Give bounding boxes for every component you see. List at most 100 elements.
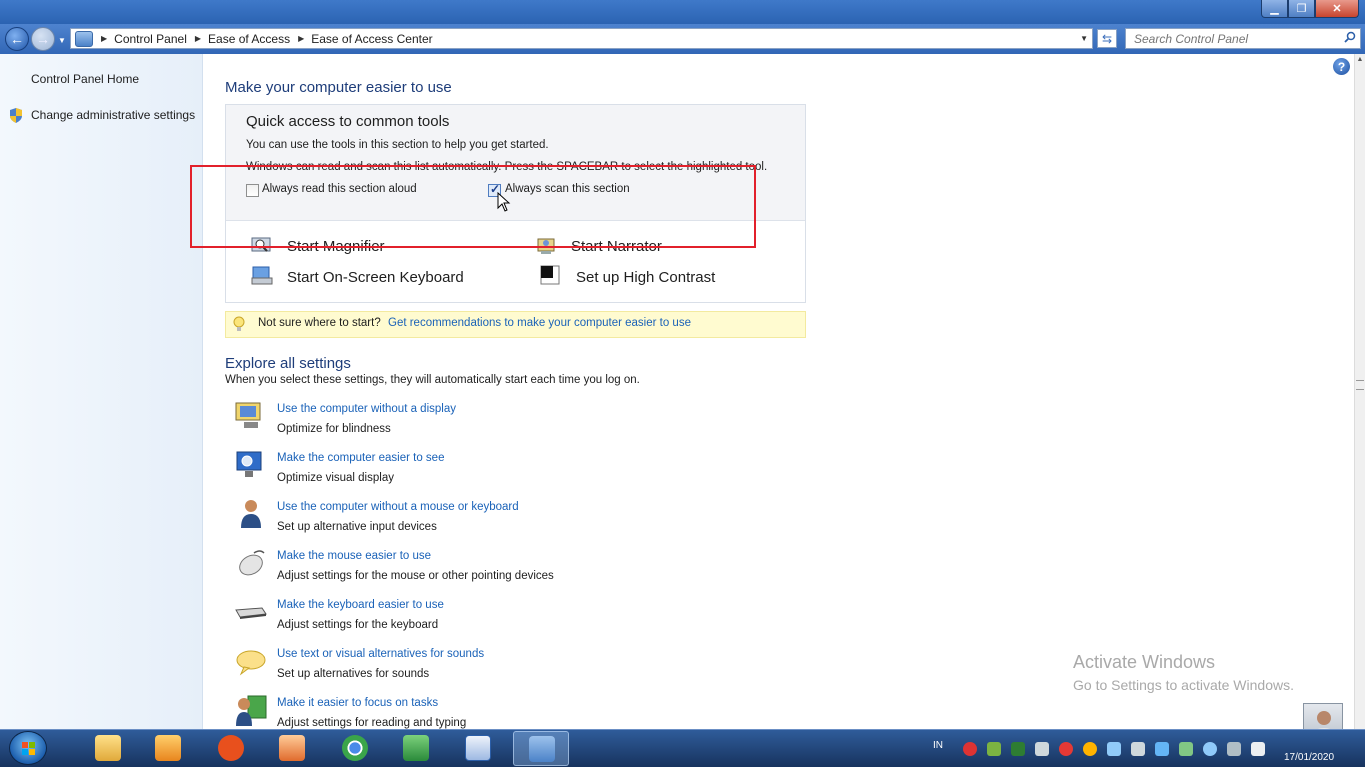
power-icon[interactable] bbox=[1179, 742, 1193, 756]
make-keyboard-easier-link[interactable]: Make the keyboard easier to use bbox=[277, 599, 444, 611]
pen-icon[interactable] bbox=[1107, 742, 1121, 756]
high-contrast-icon bbox=[540, 265, 560, 285]
setting-description: Adjust settings for reading and typing bbox=[277, 717, 467, 729]
chevron-right-icon[interactable]: ▶ bbox=[101, 34, 107, 43]
chevron-right-icon[interactable]: ▶ bbox=[195, 34, 201, 43]
focus-on-tasks-link[interactable]: Make it easier to focus on tasks bbox=[277, 697, 438, 709]
taskbar-control-panel[interactable] bbox=[513, 731, 569, 766]
light-bulb-icon bbox=[233, 316, 245, 331]
taskbar-file-explorer[interactable] bbox=[80, 731, 136, 766]
breadcrumb-control-panel[interactable]: Control Panel bbox=[114, 32, 187, 46]
explore-settings-heading: Explore all settings bbox=[225, 355, 351, 372]
change-administrative-settings-link[interactable]: Change administrative settings bbox=[31, 108, 195, 122]
tray-app-icon[interactable] bbox=[987, 742, 1001, 756]
refresh-button[interactable]: ⇆ bbox=[1097, 29, 1117, 48]
presentation-icon bbox=[279, 735, 305, 761]
excel-icon bbox=[403, 735, 429, 761]
chrome-icon bbox=[342, 735, 368, 761]
taskbar-chrome[interactable] bbox=[327, 731, 383, 766]
taskbar-excel[interactable] bbox=[388, 731, 444, 766]
taskbar-media-player[interactable] bbox=[140, 731, 196, 766]
text-or-visual-alternatives-link[interactable]: Use text or visual alternatives for soun… bbox=[277, 648, 484, 660]
file-explorer-icon bbox=[95, 735, 121, 761]
globe-icon[interactable] bbox=[1203, 742, 1217, 756]
language-indicator[interactable]: IN bbox=[933, 740, 943, 751]
setting-description: Optimize for blindness bbox=[277, 423, 391, 435]
use-without-display-link[interactable]: Use the computer without a display bbox=[277, 403, 456, 415]
focus-person-icon bbox=[236, 695, 267, 726]
security-icon[interactable] bbox=[1059, 742, 1073, 756]
monitor-magnify-icon bbox=[236, 451, 262, 477]
network-signal-icon[interactable] bbox=[1131, 742, 1145, 756]
minimize-button[interactable]: ▁ bbox=[1261, 0, 1288, 18]
on-screen-keyboard-icon bbox=[251, 266, 273, 285]
window-controls: ▁ ❐ ✕ bbox=[1261, 0, 1359, 18]
device-icon[interactable] bbox=[1035, 742, 1049, 756]
search-box[interactable] bbox=[1125, 28, 1361, 49]
taskbar-presentation[interactable] bbox=[264, 731, 320, 766]
triangle-app-icon[interactable] bbox=[1011, 742, 1025, 756]
use-without-mouse-or-keyboard-link[interactable]: Use the computer without a mouse or keyb… bbox=[277, 501, 519, 513]
refresh-icon: ⇆ bbox=[1101, 31, 1113, 46]
record-icon[interactable] bbox=[963, 742, 977, 756]
breadcrumb-ease-of-access[interactable]: Ease of Access bbox=[208, 32, 290, 46]
notification-icon[interactable] bbox=[1083, 742, 1097, 756]
search-input[interactable] bbox=[1126, 29, 1336, 48]
forward-arrow-icon: → bbox=[36, 31, 50, 47]
start-button[interactable] bbox=[9, 731, 47, 765]
display-icon[interactable] bbox=[1227, 742, 1241, 756]
scroll-up-arrow-icon[interactable]: ▲ bbox=[1355, 56, 1365, 68]
shield-icon bbox=[10, 108, 22, 123]
setting-description: Optimize visual display bbox=[277, 472, 394, 484]
close-button[interactable]: ✕ bbox=[1315, 0, 1359, 18]
setting-description: Set up alternatives for sounds bbox=[277, 668, 430, 680]
set-up-high-contrast-link[interactable]: Set up High Contrast bbox=[576, 269, 715, 286]
orange-app-icon bbox=[218, 735, 244, 761]
highlight-annotation-box bbox=[190, 165, 756, 248]
help-icon[interactable]: ? bbox=[1333, 58, 1350, 75]
explore-settings-subtitle: When you select these settings, they wil… bbox=[225, 374, 640, 386]
vertical-scrollbar[interactable]: ▲ bbox=[1354, 54, 1365, 729]
address-bar[interactable]: ▶ Control Panel ▶ Ease of Access ▶ Ease … bbox=[70, 28, 1093, 49]
person-icon bbox=[241, 500, 261, 528]
setting-description: Adjust settings for the keyboard bbox=[277, 619, 439, 631]
action-center-flag-icon[interactable] bbox=[1251, 742, 1265, 756]
display-speaker-icon bbox=[235, 402, 261, 428]
quick-access-title: Quick access to common tools bbox=[246, 113, 450, 130]
start-on-screen-keyboard-link[interactable]: Start On-Screen Keyboard bbox=[287, 269, 464, 286]
speech-bubble-icon bbox=[236, 650, 266, 676]
back-button[interactable]: ← bbox=[5, 27, 29, 51]
chevron-right-icon[interactable]: ▶ bbox=[298, 34, 304, 43]
title-bar: ▁ ❐ ✕ bbox=[0, 0, 1365, 24]
windows-logo-icon bbox=[22, 742, 35, 755]
forward-button[interactable]: → bbox=[31, 27, 55, 51]
address-dropdown-icon[interactable]: ▼ bbox=[1080, 34, 1088, 43]
back-arrow-icon: ← bbox=[10, 31, 24, 47]
keyboard-icon bbox=[235, 607, 267, 619]
bluetooth-icon[interactable] bbox=[1155, 742, 1169, 756]
control-panel-icon bbox=[75, 30, 93, 47]
search-icon[interactable] bbox=[1344, 31, 1356, 43]
recent-pages-dropdown[interactable]: ▼ bbox=[58, 36, 66, 45]
maximize-button[interactable]: ❐ bbox=[1288, 0, 1315, 18]
make-easier-to-see-link[interactable]: Make the computer easier to see bbox=[277, 452, 444, 464]
scroll-grip[interactable] bbox=[1356, 380, 1364, 390]
setting-description: Adjust settings for the mouse or other p… bbox=[277, 570, 554, 582]
activate-windows-title: Activate Windows bbox=[1073, 652, 1216, 672]
media-player-icon bbox=[155, 735, 181, 761]
taskbar-date[interactable]: 17/01/2020 bbox=[1284, 752, 1334, 763]
taskbar-orange-app[interactable] bbox=[203, 731, 259, 766]
mouse-icon bbox=[239, 550, 265, 576]
taskbar-word[interactable] bbox=[450, 731, 506, 766]
page-title: Make your computer easier to use bbox=[225, 79, 452, 96]
tip-text: Not sure where to start? bbox=[258, 317, 381, 329]
word-icon bbox=[465, 735, 491, 761]
get-recommendations-link[interactable]: Get recommendations to make your compute… bbox=[388, 317, 691, 329]
control-panel-home-link[interactable]: Control Panel Home bbox=[31, 72, 139, 86]
activate-windows-subtitle: Go to Settings to activate Windows. bbox=[1073, 677, 1294, 693]
make-mouse-easier-link[interactable]: Make the mouse easier to use bbox=[277, 550, 431, 562]
breadcrumb-ease-of-access-center[interactable]: Ease of Access Center bbox=[311, 32, 432, 46]
setting-description: Set up alternative input devices bbox=[277, 521, 437, 533]
sidebar bbox=[0, 54, 203, 729]
control-panel-icon bbox=[529, 736, 555, 762]
